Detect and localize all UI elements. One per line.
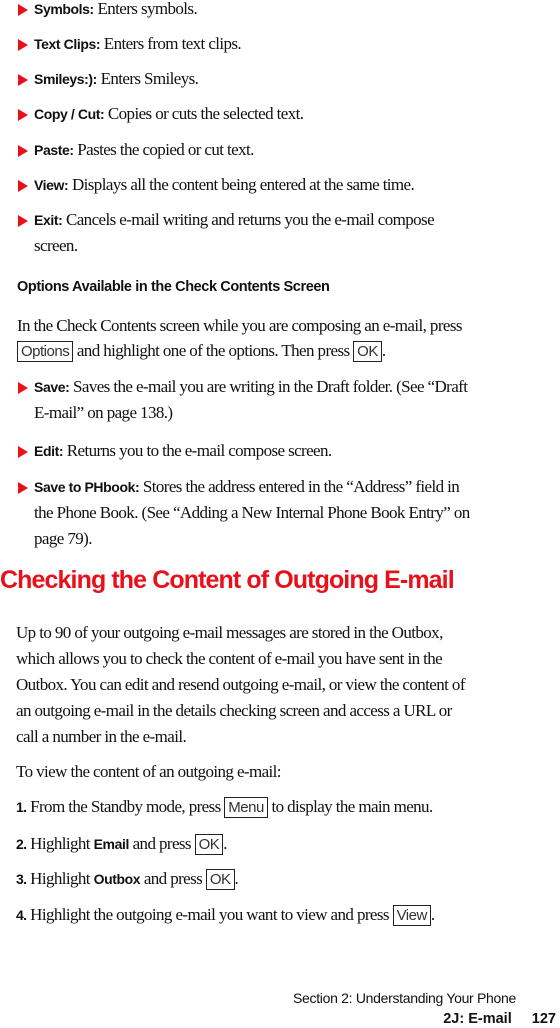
footer-chapter: 2J: E-mail 127: [443, 1011, 556, 1027]
ok-key: OK: [194, 834, 224, 855]
bullet-icon: [18, 145, 28, 157]
bullet-icon: [18, 215, 28, 227]
step-item: 3. Highlight Outbox and press OK.: [16, 869, 239, 890]
list-item: View: Displays all the content being ent…: [34, 175, 415, 194]
list-item: Copy / Cut: Copies or cuts the selected …: [34, 104, 304, 123]
ok-key: OK: [353, 341, 382, 362]
options-key: Options: [17, 341, 74, 362]
menu-key: Menu: [224, 797, 268, 818]
step-item: 4. Highlight the outgoing e-mail you wan…: [16, 905, 435, 926]
list-item: Save: Saves the e-mail you are writing i…: [34, 377, 468, 396]
bullet-icon: [18, 180, 28, 192]
list-item: Exit: Cancels e-mail writing and returns…: [34, 210, 435, 229]
bullet-icon: [18, 482, 28, 494]
bullet-icon: [18, 74, 28, 86]
step-item: 1. From the Standby mode, press Menu to …: [16, 797, 433, 818]
view-key: View: [392, 905, 431, 926]
step-item: 2. Highlight Email and press OK.: [16, 834, 227, 855]
paragraph-line: call a number in the e-mail.: [16, 727, 187, 746]
footer-section-label: Section 2: Understanding Your Phone: [292, 990, 516, 1006]
section-title: Checking the Content of Outgoing E-mail: [0, 566, 455, 594]
intro-paragraph-line: In the Check Contents screen while you a…: [17, 316, 462, 335]
footer-chapter-label: 2J: E-mail: [443, 1011, 512, 1027]
paragraph-line: Up to 90 of your outgoing e-mail message…: [16, 623, 443, 642]
list-item: Text Clips: Enters from text clips.: [34, 34, 242, 53]
paragraph-line: Outbox. You can edit and resend outgoing…: [16, 675, 465, 694]
list-item: Paste: Pastes the copied or cut text.: [34, 140, 254, 159]
paragraph-line: an outgoing e-mail in the details checki…: [16, 701, 452, 720]
list-item-continuation: the Phone Book. (See “Adding a New Inter…: [34, 503, 470, 522]
ok-key: OK: [205, 869, 235, 890]
bullet-icon: [18, 39, 28, 51]
subsection-heading: Options Available in the Check Contents …: [17, 279, 330, 295]
bullet-icon: [18, 109, 28, 121]
list-item-continuation: E-mail” on page 138.): [34, 403, 173, 422]
steps-intro: To view the content of an outgoing e-mai…: [16, 762, 282, 781]
list-item: Edit: Returns you to the e-mail compose …: [34, 441, 332, 460]
intro-paragraph-line: Options and highlight one of the options…: [17, 341, 386, 362]
list-item: Smileys:): Enters Smileys.: [34, 69, 199, 88]
paragraph-line: which allows you to check the content of…: [16, 649, 443, 668]
bullet-icon: [18, 4, 28, 16]
bullet-icon: [18, 382, 28, 394]
list-item-continuation: page 79).: [34, 529, 92, 548]
list-item: Save to PHbook: Stores the address enter…: [34, 477, 460, 496]
bullet-icon: [18, 446, 28, 458]
list-item-continuation: screen.: [34, 236, 78, 255]
list-item: Symbols: Enters symbols.: [34, 0, 198, 18]
page-number: 127: [531, 1011, 556, 1027]
